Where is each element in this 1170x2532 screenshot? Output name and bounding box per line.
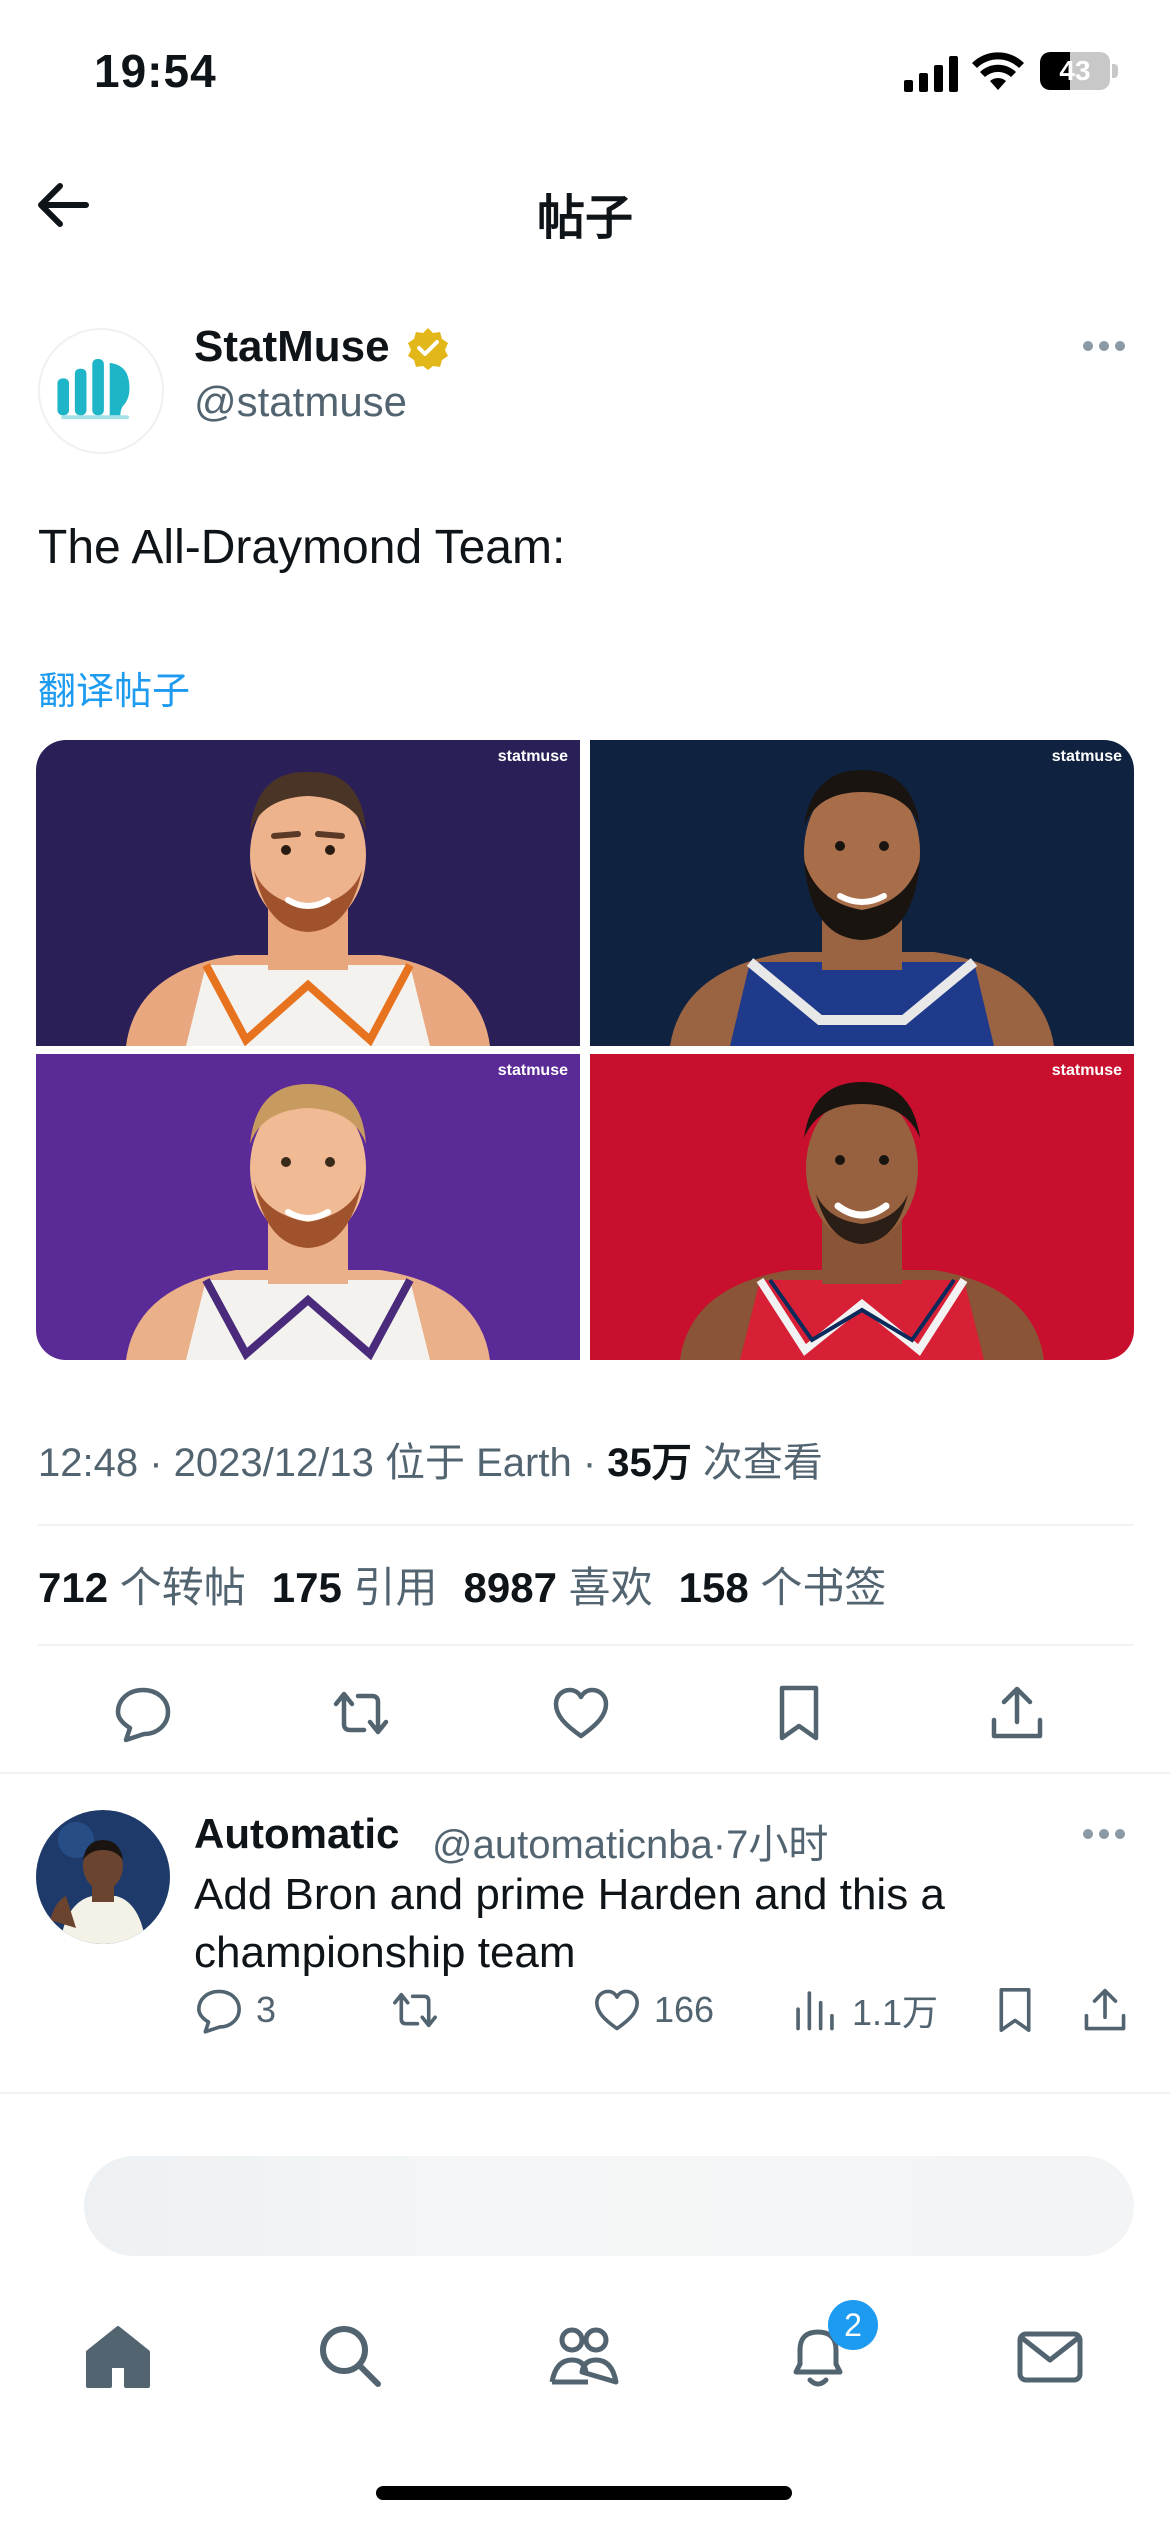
- bottom-tab-bar: [0, 2280, 1170, 2440]
- views-chart-icon: [796, 1991, 834, 2031]
- retweet-icon[interactable]: [330, 1682, 392, 1744]
- cellular-signal-icon: [904, 56, 958, 92]
- meta-separator: ·: [571, 1441, 608, 1485]
- status-bar: 19:54 43: [0, 0, 1170, 150]
- verified-badge-icon: [408, 328, 448, 370]
- more-options-icon[interactable]: [1082, 338, 1126, 354]
- home-icon[interactable]: [82, 2320, 154, 2392]
- notifications-badge: 2: [828, 2300, 878, 2350]
- divider: [38, 1524, 1134, 1526]
- tweet-author: StatMuse @statmuse: [0, 300, 1170, 454]
- reply-like-button[interactable]: 166: [592, 1980, 714, 2040]
- statmuse-watermark: statmuse: [1051, 748, 1122, 765]
- retweets-stat[interactable]: 712 个转帖: [38, 1564, 246, 1611]
- views-count: 35万: [607, 1441, 692, 1485]
- reply-views-button[interactable]: 1.1万: [790, 1980, 938, 2040]
- tweet-date: 2023/12/13: [173, 1441, 374, 1485]
- bookmarks-stat[interactable]: 158 个书签: [679, 1564, 887, 1611]
- communities-icon[interactable]: [548, 2320, 620, 2392]
- tweet-actions: [0, 1670, 1170, 1760]
- tweet-time: 12:48: [38, 1441, 139, 1485]
- statmuse-watermark: statmuse: [497, 748, 568, 765]
- reply-time: ·7小时: [712, 1823, 829, 1867]
- more-options-icon[interactable]: [1082, 1826, 1126, 1842]
- likes-stat[interactable]: 8987 喜欢: [464, 1564, 653, 1611]
- tweet-location: 位于 Earth: [373, 1441, 572, 1485]
- reply-icon[interactable]: [112, 1682, 174, 1744]
- author-handle[interactable]: @statmuse: [194, 378, 407, 426]
- reply-tweet[interactable]: Automatic @automaticnba·7小时 Add Bron and…: [0, 1780, 1170, 2090]
- statmuse-watermark: statmuse: [1051, 1062, 1122, 1079]
- share-icon: [1084, 1988, 1126, 2031]
- share-icon[interactable]: [986, 1682, 1048, 1744]
- reply-avatar[interactable]: [36, 1810, 170, 1944]
- media-image-2[interactable]: statmuse: [590, 740, 1134, 1046]
- divider: [0, 2092, 1170, 2094]
- reply-text: Add Bron and prime Harden and this a cha…: [194, 1870, 945, 1977]
- translate-post-link[interactable]: 翻译帖子: [38, 660, 190, 715]
- messages-icon[interactable]: [1014, 2320, 1086, 2392]
- reply-reply-button[interactable]: 3: [194, 1980, 276, 2040]
- reply-compose-input[interactable]: [84, 2156, 1134, 2256]
- wifi-icon: [972, 52, 1024, 90]
- quotes-stat[interactable]: 175 引用: [272, 1564, 438, 1611]
- like-icon: [595, 1989, 639, 2031]
- media-image-1[interactable]: statmuse: [36, 740, 580, 1046]
- reply-bookmark-button[interactable]: [990, 1980, 1052, 2040]
- author-name[interactable]: StatMuse: [194, 322, 390, 372]
- tweet-text: The All-Draymond Team:: [38, 521, 566, 574]
- views-label: 次查看: [691, 1441, 823, 1485]
- views-count: 1.1万: [852, 1992, 939, 2033]
- battery-icon: 43: [1040, 52, 1118, 90]
- status-time: 19:54: [94, 45, 217, 97]
- divider: [38, 1644, 1134, 1646]
- retweet-icon: [393, 1992, 437, 2028]
- like-icon[interactable]: [550, 1682, 612, 1744]
- reply-count: 3: [256, 1989, 277, 2030]
- tweet-stats: 712 个转帖 175 引用 8987 喜欢 158 个书签: [38, 1554, 886, 1615]
- like-count: 166: [654, 1989, 715, 2030]
- reply-retweet-button[interactable]: [390, 1980, 452, 2040]
- tweet-meta: 12:48 · 2023/12/13 位于 Earth · 35万 次查看: [38, 1430, 823, 1488]
- search-icon[interactable]: [314, 2320, 386, 2392]
- reply-actions: 3 166 1.1万: [0, 1980, 1170, 2050]
- bookmark-icon: [999, 1988, 1031, 2032]
- reply-share-button[interactable]: [1080, 1980, 1142, 2040]
- media-grid[interactable]: statmuse statmuse statmuse statmuse: [36, 740, 1134, 1360]
- battery-level: 43: [1059, 55, 1091, 86]
- reply-handle[interactable]: @automaticnba·7小时: [432, 1812, 828, 1870]
- reply-icon: [197, 1989, 241, 2034]
- divider: [0, 1772, 1170, 1774]
- media-image-3[interactable]: statmuse: [36, 1054, 580, 1360]
- nav-header: 帖子: [0, 150, 1170, 260]
- media-image-4[interactable]: statmuse: [590, 1054, 1134, 1360]
- home-indicator[interactable]: [376, 2486, 792, 2500]
- bookmark-icon[interactable]: [768, 1682, 830, 1744]
- author-avatar[interactable]: [38, 328, 164, 454]
- page-title: 帖子: [536, 192, 633, 245]
- statmuse-watermark: statmuse: [497, 1062, 568, 1079]
- meta-separator: ·: [138, 1441, 174, 1485]
- reply-author-name[interactable]: Automatic: [194, 1810, 399, 1858]
